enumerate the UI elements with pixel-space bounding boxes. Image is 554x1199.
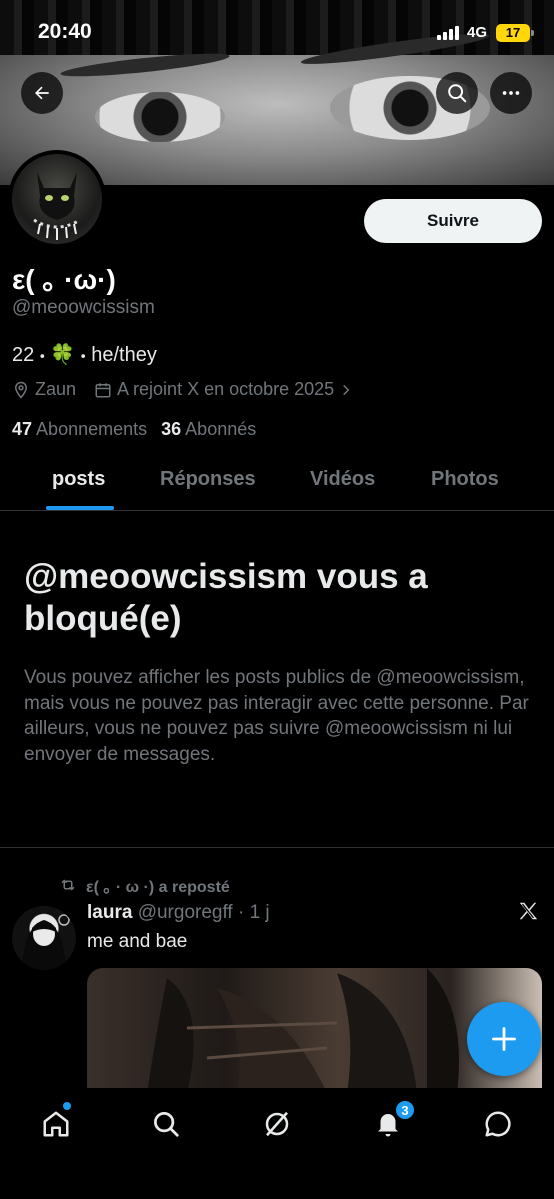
search-icon [448,84,467,103]
back-button[interactable] [21,72,63,114]
nav-grok[interactable] [257,1104,297,1144]
battery-icon: 17 [496,24,534,42]
following-count: 47 [12,419,33,439]
profile-bio: 22 • 🍀 • he/they [12,342,157,367]
more-icon [502,91,520,95]
nav-explore[interactable] [146,1104,186,1144]
calendar-icon [95,382,111,397]
more-button[interactable] [490,72,532,114]
location-text: Zaun [35,379,77,399]
bio-clover: 🍀 [50,344,76,366]
bio-separator: • [39,347,45,364]
post-author-avatar[interactable] [12,906,76,970]
tab-replies[interactable]: Réponses [160,468,256,491]
post-text: me and bae [87,931,188,952]
follow-button[interactable]: Suivre [364,199,542,243]
network-type: 4G [467,24,488,41]
signal-icon [437,26,459,40]
author-avatar-image [22,914,70,970]
tab-posts[interactable]: posts [52,468,105,491]
tab-photos[interactable]: Photos [431,468,499,491]
post-age: · 1 j [237,902,270,923]
followers-link[interactable]: 36 Abonnés [161,419,256,440]
blocked-title: @meoowcissism vous a bloqué(e) [24,557,428,638]
followers-count: 36 [161,419,182,439]
back-arrow-icon [35,86,49,100]
home-unread-dot [63,1102,71,1110]
follow-stats: 47 Abonnements 36 Abonnés [12,419,256,440]
cat-illustration [33,172,81,240]
profile-tabs: posts Réponses Vidéos Photos [0,455,554,511]
banner-eye-left [95,92,225,142]
messages-icon [485,1111,511,1137]
bottom-navigation: 3 [0,1088,554,1199]
home-icon [43,1111,69,1137]
post-author-name[interactable]: laura [87,902,132,923]
bio-separator: • [80,347,86,364]
profile-handle: @meoowcissism [12,297,155,318]
repost-indicator: ε( ｡ · ω ·) a reposté [58,873,230,897]
post-author-handle[interactable]: @urgoregff [138,902,233,923]
notifications-badge: 3 [395,1100,415,1120]
explore-icon [154,1112,179,1137]
chevron-right-icon [343,384,350,395]
following-label: Abonnements [36,419,148,439]
nav-home[interactable] [36,1102,76,1144]
display-name: ε( ｡ ·ω·) [12,264,116,295]
following-link[interactable]: 47 Abonnements [12,419,147,440]
plus-icon [492,1027,516,1051]
bio-age: 22 [12,344,35,366]
bio-pronouns: he/they [91,344,157,366]
profile-avatar[interactable] [8,150,106,248]
repost-icon [61,879,75,891]
joined-text: A rejoint X en octobre 2025 [117,379,335,399]
location-item: Zaun [12,379,76,400]
location-icon [14,381,28,399]
profile-meta: Zaun A rejoint X en octobre 2025 [12,379,371,400]
post-header: laura @urgoregff · 1 j [87,902,270,924]
x-logo-icon [517,900,539,927]
blocked-message: Vous pouvez afficher les posts publics d… [24,667,529,765]
battery-level: 17 [505,25,521,40]
nav-messages[interactable] [478,1104,518,1144]
divider [0,847,554,848]
active-tab-indicator [46,506,114,510]
status-time: 20:40 [38,20,92,43]
grok-icon [265,1111,289,1137]
search-button[interactable] [436,72,478,114]
repost-label: ε( ｡ · ω ·) a reposté [86,879,230,896]
joined-item[interactable]: A rejoint X en octobre 2025 [94,379,353,400]
avatar-image [12,154,102,244]
compose-button[interactable] [467,1002,541,1076]
status-bar: 20:40 4G 17 [0,0,554,64]
followers-label: Abonnés [185,419,257,439]
tab-videos[interactable]: Vidéos [310,468,375,491]
